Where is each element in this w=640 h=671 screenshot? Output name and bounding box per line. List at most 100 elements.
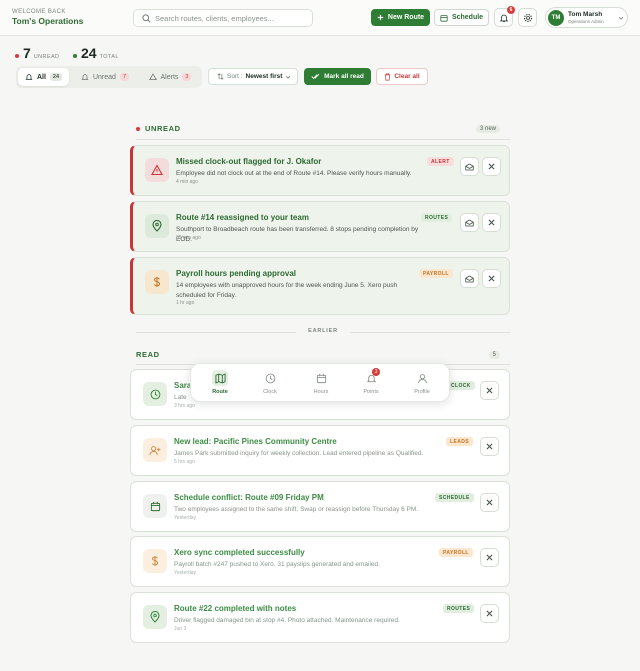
notification-card[interactable]: Missed clock-out flagged for J. Okafor E… <box>130 145 510 196</box>
nav-profile[interactable]: Profile <box>397 370 447 395</box>
envelope-open-icon <box>465 275 474 283</box>
dismiss-button[interactable] <box>482 157 501 176</box>
calendar-icon <box>313 370 329 386</box>
user-plus-icon <box>143 438 167 462</box>
calendar-icon <box>440 14 448 22</box>
search-box[interactable] <box>133 9 313 27</box>
close-icon <box>488 275 495 282</box>
tag-badge: PAYROLL <box>419 269 453 278</box>
unread-label: UNREAD <box>33 54 60 60</box>
notification-body: Driver flagged damaged bin at stop #4. P… <box>174 617 400 624</box>
close-icon <box>486 610 493 617</box>
dismiss-button[interactable] <box>480 604 499 623</box>
tab-alerts-label: Alerts <box>160 73 179 81</box>
schedule-button[interactable]: Schedule <box>434 9 489 26</box>
close-icon <box>486 443 493 450</box>
tag-badge: ROUTES <box>421 213 453 222</box>
org-name: Tom's Operations <box>12 16 84 26</box>
user-menu[interactable]: TM Tom Marsh Operations Admin <box>545 7 628 28</box>
user-role: Operations Admin <box>568 19 604 24</box>
notification-title: Route #22 completed with notes <box>174 604 297 613</box>
notification-card[interactable]: New lead: Pacific Pines Community Centre… <box>130 425 510 476</box>
unread-indicator-dot <box>136 126 140 131</box>
tab-alerts[interactable]: Alerts 3 <box>140 68 200 86</box>
notification-card[interactable]: Payroll hours pending approval 14 employ… <box>130 257 510 315</box>
dismiss-button[interactable] <box>480 548 499 567</box>
tag-badge: SCHEDULE <box>435 493 474 502</box>
sort-prefix: Sort : <box>227 73 243 80</box>
notification-card[interactable]: Route #22 completed with notes Driver fl… <box>130 592 510 643</box>
tag-badge: ROUTES <box>443 604 475 613</box>
divider <box>136 139 510 140</box>
total-stat: 24 TOTAL <box>73 45 119 61</box>
dismiss-button[interactable] <box>482 213 501 232</box>
tag-badge: ALERT <box>427 157 454 166</box>
bell-icon <box>25 73 33 81</box>
notification-time: 32 min ago <box>176 235 201 241</box>
avatar: TM <box>548 10 564 26</box>
trash-icon <box>384 73 391 81</box>
chevron-down-icon <box>285 74 291 80</box>
unread-section-title: UNREAD <box>145 124 181 133</box>
nav-route[interactable]: Route <box>195 370 245 395</box>
sort-dropdown[interactable]: Sort : Newest first <box>208 68 298 85</box>
mark-read-button[interactable] <box>460 213 479 232</box>
earlier-divider: EARLIER <box>136 327 510 337</box>
total-count: 24 <box>81 45 97 61</box>
clear-all-label: Clear all <box>394 73 420 80</box>
points-badge: 3 <box>372 368 380 376</box>
dismiss-button[interactable] <box>480 381 499 400</box>
search-input[interactable] <box>155 12 305 25</box>
notification-card[interactable]: Route #14 reassigned to your team Southp… <box>130 201 510 252</box>
notification-body: Payroll batch #247 pushed to Xero. 31 pa… <box>174 561 380 568</box>
mark-read-button[interactable] <box>460 157 479 176</box>
tag-badge: PAYROLL <box>439 548 473 557</box>
notification-time: Yesterday <box>174 515 197 521</box>
earlier-label: EARLIER <box>308 328 338 334</box>
clock-icon <box>262 370 278 386</box>
new-route-button[interactable]: New Route <box>371 9 430 26</box>
notification-title: Missed clock-out flagged for J. Okafor <box>176 157 322 166</box>
dismiss-button[interactable] <box>482 269 501 288</box>
tab-unread-count: 7 <box>119 73 130 81</box>
nav-profile-label: Profile <box>414 389 430 395</box>
tab-all[interactable]: All 24 <box>18 68 69 86</box>
mark-read-button[interactable] <box>460 269 479 288</box>
dollar-icon <box>143 549 167 573</box>
notification-body: James Park submitted inquiry for weekly … <box>174 450 424 457</box>
dollar-icon <box>145 270 169 294</box>
notification-card[interactable]: Xero sync completed successfully Payroll… <box>130 536 510 587</box>
clock-icon <box>143 382 167 406</box>
notification-time: Jun 3 <box>174 626 187 632</box>
notification-time: 1 hr ago <box>176 300 195 306</box>
nav-points-label: Points <box>363 389 379 395</box>
bottom-nav: Route Clock Hours 3 Points Profile <box>190 363 450 402</box>
calendar-icon <box>143 494 167 518</box>
envelope-open-icon <box>465 163 474 171</box>
clear-all-button[interactable]: Clear all <box>376 68 428 85</box>
close-icon <box>486 554 493 561</box>
settings-button[interactable] <box>518 8 537 27</box>
notification-time: Yesterday <box>174 570 197 576</box>
nav-points[interactable]: 3 Points <box>346 368 396 395</box>
mark-all-read-button[interactable]: Mark all read <box>304 68 371 85</box>
pin-icon <box>145 214 169 238</box>
dismiss-button[interactable] <box>480 493 499 512</box>
sort-icon <box>217 73 224 80</box>
nav-clock[interactable]: Clock <box>245 370 295 395</box>
read-section-title: READ <box>136 350 160 359</box>
read-section-header: READ 5 <box>136 350 500 359</box>
alert-icon <box>145 158 169 182</box>
dismiss-button[interactable] <box>480 437 499 456</box>
total-label: TOTAL <box>99 54 119 60</box>
search-icon <box>142 14 151 23</box>
app-header: WELCOME BACK Tom's Operations New Route … <box>0 0 640 36</box>
alert-icon <box>148 73 157 81</box>
notification-card[interactable]: Schedule conflict: Route #09 Friday PM T… <box>130 481 510 532</box>
tab-unread[interactable]: Unread 7 <box>74 68 136 86</box>
nav-route-label: Route <box>212 389 228 395</box>
nav-hours[interactable]: Hours <box>296 370 346 395</box>
read-section-pill: 5 <box>488 350 500 359</box>
tab-all-label: All <box>36 73 46 81</box>
unread-count: 7 <box>23 45 31 61</box>
